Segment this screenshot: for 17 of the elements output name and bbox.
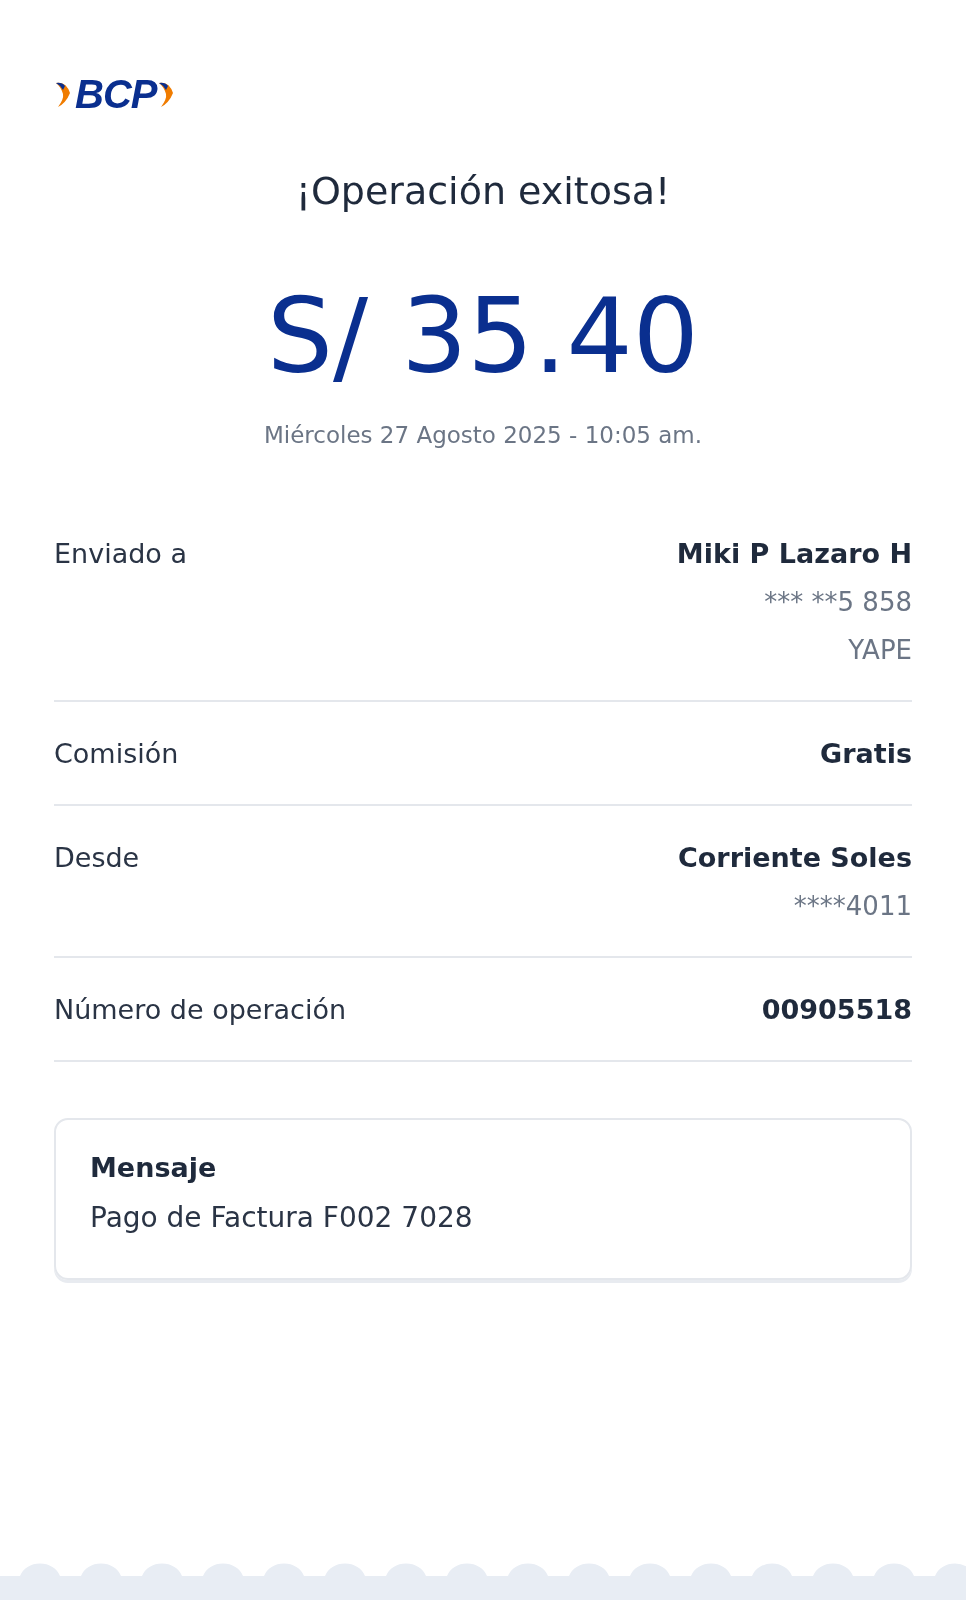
success-title: ¡Operación exitosa! xyxy=(294,168,672,215)
detail-value: Corriente Soles xyxy=(677,841,912,875)
amount: S/ 35.40 xyxy=(266,274,700,398)
detail-value: *** **5 858 xyxy=(764,586,912,619)
detail-label: Número de operación xyxy=(54,993,347,1027)
message-text: Pago de Factura F002 7028 xyxy=(90,1201,474,1234)
detail-value: YAPE xyxy=(848,634,912,667)
detail-value: 00905518 xyxy=(761,993,912,1027)
detail-label: Comisión xyxy=(54,737,179,771)
message-heading: Mensaje xyxy=(90,1152,218,1183)
detail-label: Desde xyxy=(54,841,140,875)
detail-value: Gratis xyxy=(820,737,912,771)
logo-text: BCP xyxy=(75,74,157,114)
detail-label: Enviado a xyxy=(54,537,187,571)
date-time: Miércoles 27 Agosto 2025 - 10:05 am. xyxy=(262,422,704,448)
detail-value: Miki P Lazaro H xyxy=(676,537,912,571)
detail-value: ****4011 xyxy=(793,890,912,923)
